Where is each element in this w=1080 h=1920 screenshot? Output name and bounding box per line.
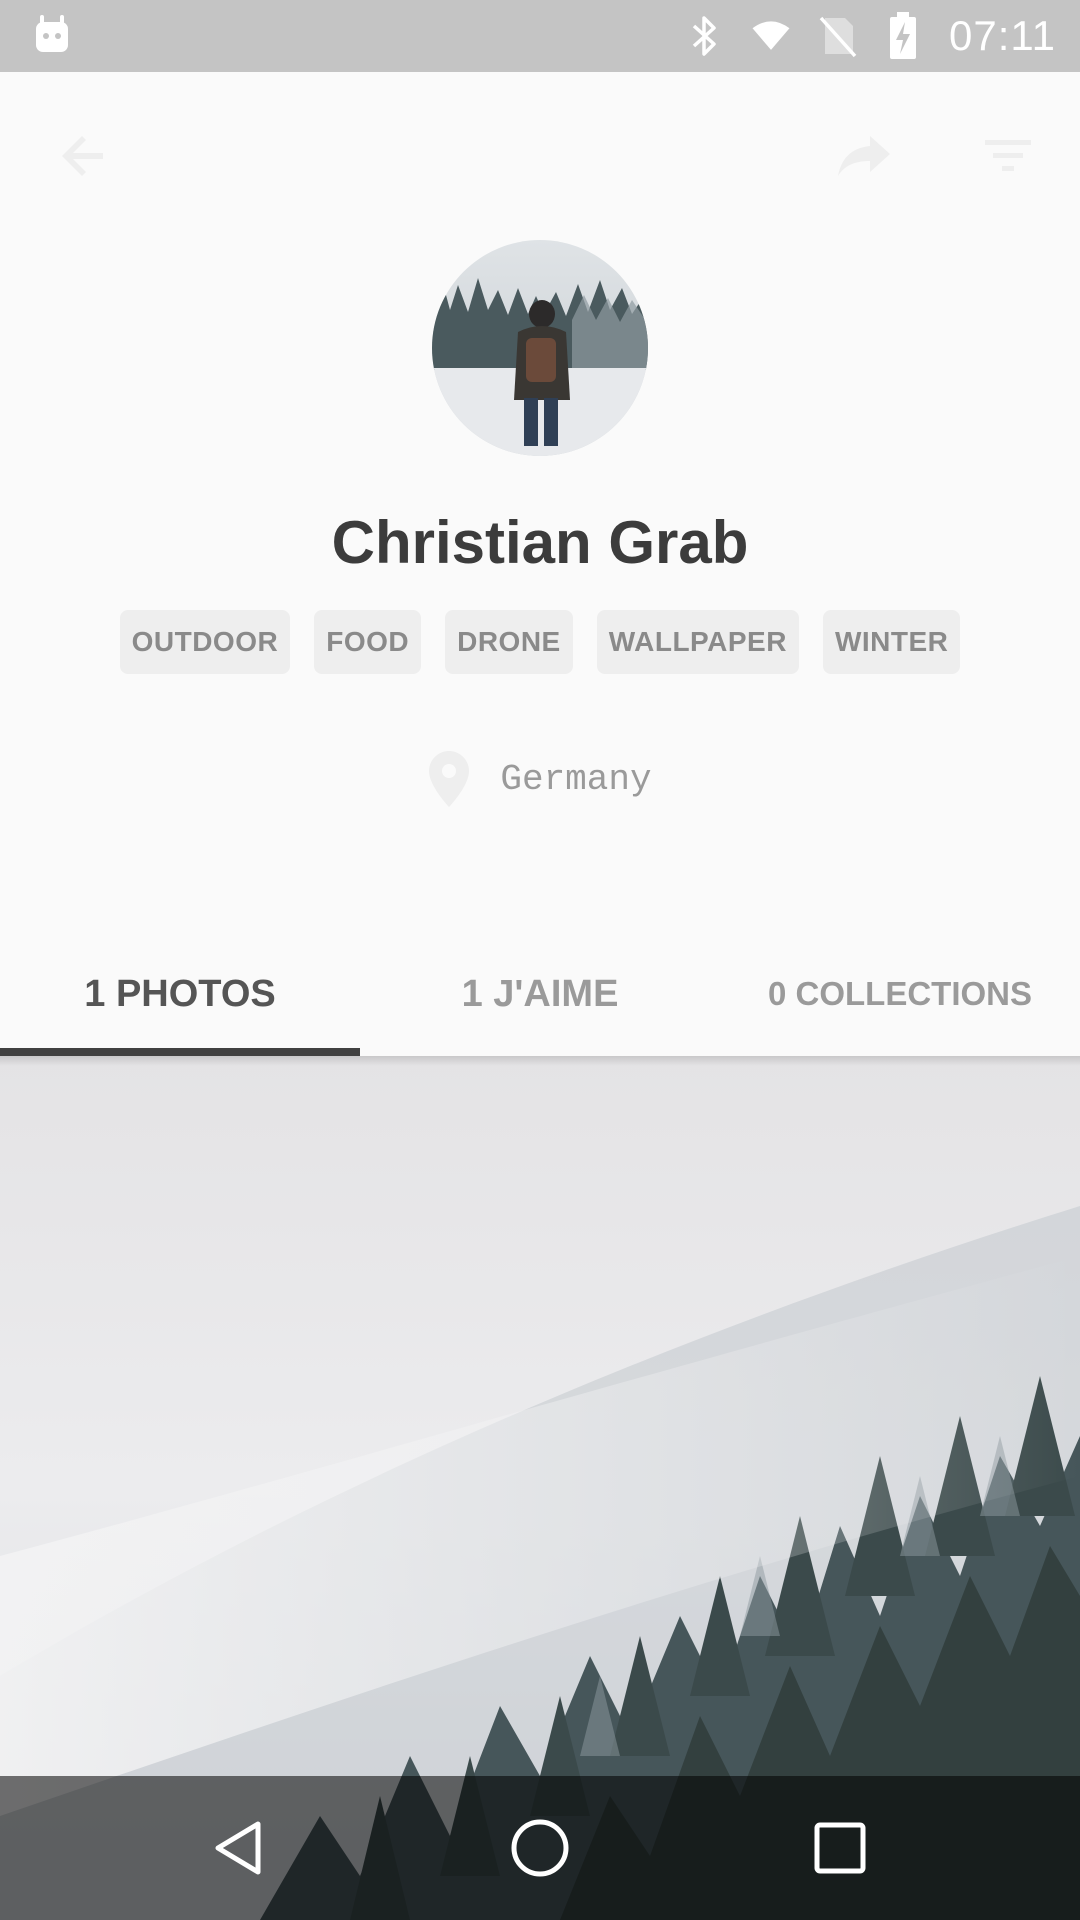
bluetooth-icon [685, 14, 725, 58]
tag-chip[interactable]: WINTER [822, 610, 961, 674]
nav-home-icon [511, 1819, 569, 1877]
avatar[interactable] [432, 240, 648, 456]
location-row: Germany [0, 748, 1080, 810]
tab-photos[interactable]: 1 PHOTOS [0, 932, 360, 1056]
clock: 07:11 [949, 12, 1056, 59]
navigation-bar [0, 1776, 1080, 1920]
tag-chip[interactable]: FOOD [314, 610, 422, 674]
nav-home-button[interactable] [492, 1800, 588, 1896]
battery-charging-icon [883, 12, 923, 59]
status-bar: 07:11 [0, 0, 1080, 72]
tab-bar-shadow [0, 1056, 1080, 1066]
tab-indicator [0, 1048, 360, 1056]
filter-button[interactable] [972, 120, 1044, 192]
share-icon [838, 136, 890, 176]
nav-back-icon [215, 1821, 261, 1875]
tab-label: 1 PHOTOS [84, 972, 276, 1015]
tab-label: 1 J'AIME [461, 972, 619, 1015]
nav-back-button[interactable] [192, 1800, 288, 1896]
tag-chip[interactable]: WALLPAPER [596, 610, 799, 674]
tag-chip[interactable]: DRONE [445, 610, 573, 674]
toolbar [0, 72, 1080, 240]
profile-name: Christian Grab [331, 509, 749, 576]
android-notification-icon [34, 14, 74, 54]
tag-list: OUTDOOR FOOD DRONE WALLPAPER WINTER [0, 610, 1080, 674]
back-button[interactable] [48, 120, 120, 192]
wifi-icon [751, 14, 791, 58]
filter-icon [985, 140, 1031, 171]
tag-chip[interactable]: OUTDOOR [119, 610, 291, 674]
location-text: Germany [500, 758, 652, 800]
share-button[interactable] [828, 120, 900, 192]
nav-recent-button[interactable] [792, 1800, 888, 1896]
nav-recent-icon [814, 1822, 866, 1874]
tab-label: 0 COLLECTIONS [767, 975, 1033, 1012]
arrow-back-icon [62, 136, 103, 176]
tab-likes[interactable]: 1 J'AIME [360, 932, 720, 1056]
no-signal-icon [817, 14, 857, 58]
location-pin-icon [429, 751, 470, 807]
tab-bar: 1 PHOTOS 1 J'AIME 0 COLLECTIONS [0, 932, 1080, 1056]
tab-collections[interactable]: 0 COLLECTIONS [720, 932, 1080, 1056]
